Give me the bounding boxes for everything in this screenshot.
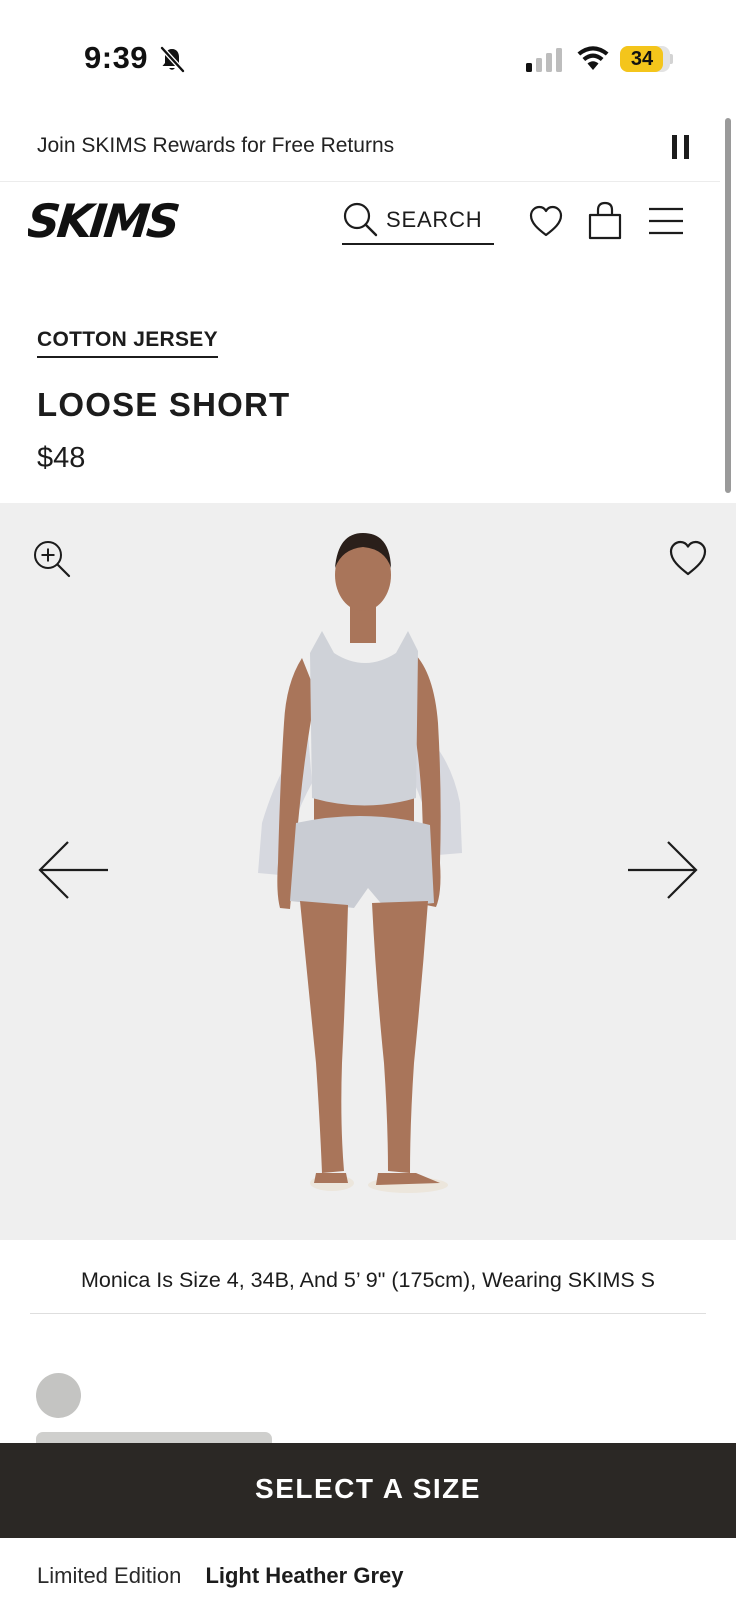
edition-type: Limited Edition <box>37 1563 182 1588</box>
promo-banner[interactable]: Join SKIMS Rewards for Free Returns <box>0 116 720 182</box>
heart-icon[interactable] <box>528 204 564 238</box>
product-image-gallery[interactable] <box>0 503 736 1240</box>
search-bar[interactable]: SEARCH <box>342 199 494 245</box>
cellular-signal-icon <box>526 48 562 72</box>
color-swatch[interactable] <box>36 1373 81 1418</box>
edition-color-name: Light Heather Grey <box>205 1563 404 1588</box>
heart-icon[interactable] <box>668 539 708 577</box>
category-link[interactable]: COTTON JERSEY <box>37 328 218 358</box>
wifi-icon <box>577 46 609 70</box>
arrow-left-icon[interactable] <box>36 839 110 901</box>
battery-icon: 34 <box>620 46 670 72</box>
battery-tip <box>670 54 673 64</box>
promo-text[interactable]: Join SKIMS Rewards for Free Returns <box>37 134 394 158</box>
model-size-caption: Monica Is Size 4, 34B, And 5’ 9" (175cm)… <box>30 1240 706 1314</box>
search-icon[interactable] <box>342 201 378 237</box>
zoom-in-icon[interactable] <box>32 539 72 579</box>
product-title: LOOSE SHORT <box>37 386 291 423</box>
bell-slash-icon <box>160 46 185 73</box>
site-header: SKIMS SEARCH <box>0 182 720 270</box>
product-model-image <box>258 533 462 1193</box>
pause-icon[interactable] <box>670 133 694 161</box>
status-bar: 9:39 34 <box>0 0 736 116</box>
menu-icon[interactable] <box>648 206 684 236</box>
product-price: $48 <box>37 442 86 474</box>
status-time: 9:39 <box>84 40 149 75</box>
page-scrollbar[interactable] <box>725 118 731 493</box>
battery-percent: 34 <box>630 48 654 70</box>
edition-info: Limited Edition Light Heather Grey <box>37 1563 403 1589</box>
select-size-label[interactable]: SELECT A SIZE <box>0 1473 736 1505</box>
skims-logo[interactable]: SKIMS <box>28 194 210 246</box>
model-size-text: Monica Is Size 4, 34B, And 5’ 9" (175cm)… <box>80 1268 656 1292</box>
select-size-button[interactable]: SELECT A SIZE <box>0 1443 736 1538</box>
search-label[interactable]: SEARCH <box>386 207 483 233</box>
arrow-right-icon[interactable] <box>626 839 700 901</box>
svg-text:SKIMS: SKIMS <box>28 194 181 246</box>
shopping-bag-icon[interactable] <box>586 200 624 240</box>
